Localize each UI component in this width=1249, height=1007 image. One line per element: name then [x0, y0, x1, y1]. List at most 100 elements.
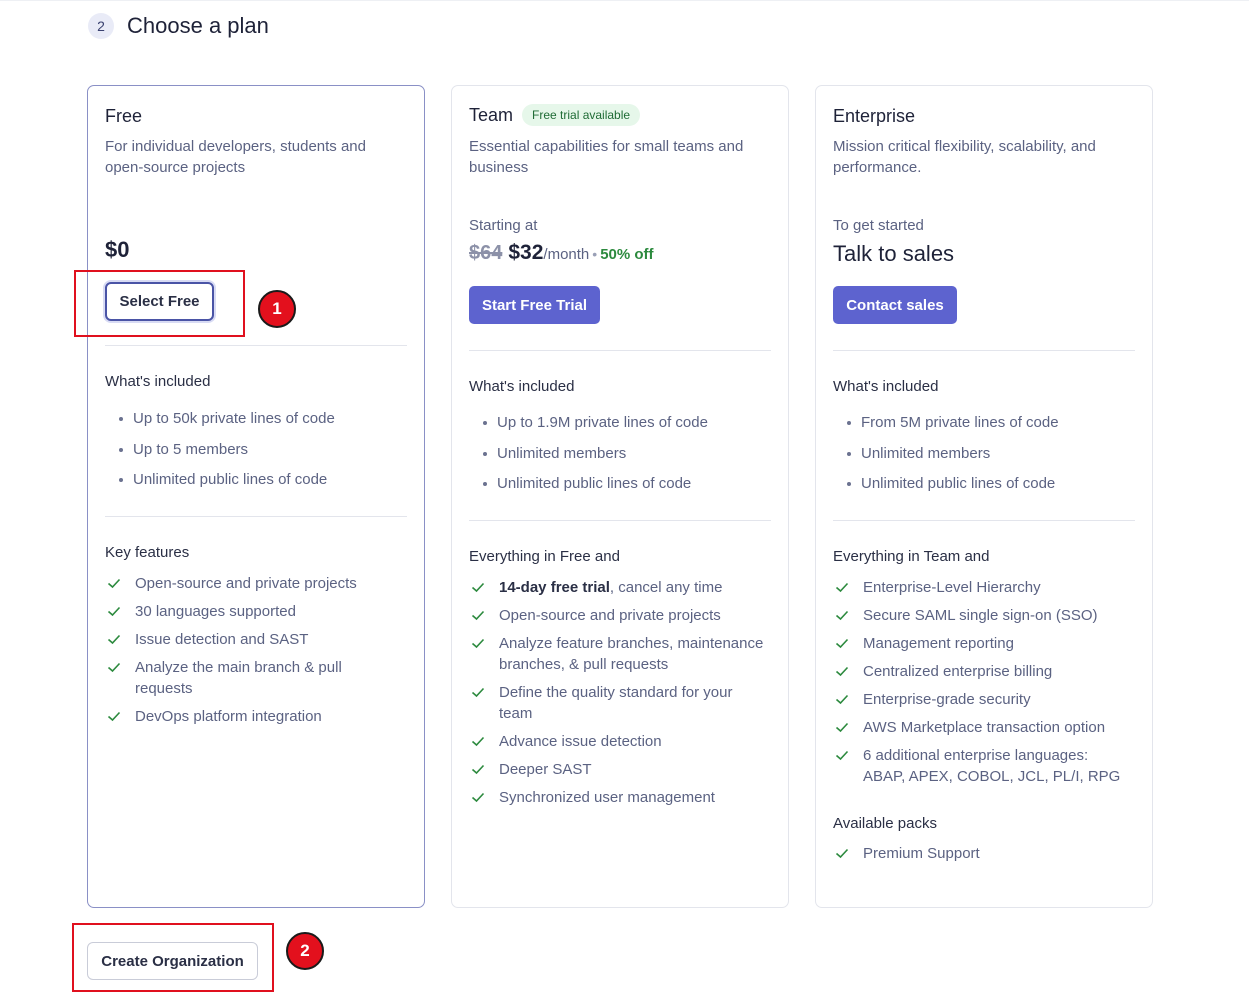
check-icon [835, 666, 849, 677]
list-item: DevOps platform integration [105, 706, 407, 727]
list-item: Analyze the main branch & pull requests [105, 657, 365, 699]
check-icon [835, 750, 849, 761]
check-icon [471, 764, 485, 775]
check-icon [835, 582, 849, 593]
list-item: Define the quality standard for your tea… [469, 682, 759, 724]
list-item: Open-source and private projects [469, 605, 771, 626]
list-item: Up to 5 members [105, 440, 335, 471]
step-header: 2 Choose a plan [88, 13, 269, 39]
check-icon [471, 792, 485, 803]
list-item: Synchronized user management [469, 787, 771, 808]
list-item: Open-source and private projects [105, 573, 407, 594]
check-icon [835, 610, 849, 621]
page-title: Choose a plan [127, 13, 269, 38]
divider [833, 350, 1135, 351]
starting-label: To get started [833, 217, 924, 234]
included-list: Up to 1.9M private lines of code Unlimit… [469, 413, 708, 505]
step-number-badge: 2 [88, 13, 114, 39]
list-item: 6 additional enterprise languages: ABAP,… [833, 745, 1133, 787]
new-price: $32 [508, 241, 544, 264]
annotation-highlight-box [74, 270, 245, 337]
list-item: Management reporting [833, 633, 1135, 654]
list-item: From 5M private lines of code [833, 413, 1059, 444]
list-item: Up to 1.9M private lines of code [469, 413, 708, 444]
list-item: Unlimited public lines of code [469, 474, 708, 505]
list-item: Premium Support [833, 843, 1135, 864]
list-item: Secure SAML single sign-on (SSO) [833, 605, 1135, 626]
divider [105, 516, 407, 517]
included-list: Up to 50k private lines of code Up to 5 … [105, 409, 335, 501]
features-title: Key features [105, 544, 190, 561]
plan-name: Free [105, 106, 143, 126]
packs-title: Available packs [833, 815, 937, 832]
list-item: Issue detection and SAST [105, 629, 407, 650]
list-item: Unlimited members [469, 444, 708, 475]
check-icon [835, 694, 849, 705]
included-title: What's included [469, 378, 575, 395]
list-item: Analyze feature branches, maintenance br… [469, 633, 771, 675]
plan-price: $0 [105, 237, 130, 262]
list-item: Enterprise-grade security [833, 689, 1135, 710]
list-item: AWS Marketplace transaction option [833, 717, 1135, 738]
divider [105, 345, 407, 346]
list-item: Unlimited public lines of code [833, 474, 1059, 505]
check-icon [107, 578, 121, 589]
plan-description: Essential capabilities for small teams a… [469, 138, 744, 176]
list-item: Centralized enterprise billing [833, 661, 1135, 682]
check-icon [471, 687, 485, 698]
annotation-marker-1: 1 [258, 290, 296, 328]
annotation-marker-2: 2 [286, 932, 324, 970]
included-list: From 5M private lines of code Unlimited … [833, 413, 1059, 505]
start-free-trial-button[interactable]: Start Free Trial [469, 286, 600, 324]
contact-sales-button[interactable]: Contact sales [833, 286, 957, 324]
list-item: 14-day free trial, cancel any time [469, 577, 771, 598]
included-title: What's included [105, 373, 211, 390]
starting-label: Starting at [469, 217, 538, 234]
list-item: Up to 50k private lines of code [105, 409, 335, 440]
list-item: Unlimited members [833, 444, 1059, 475]
packs-list: Premium Support [833, 843, 1135, 871]
divider [833, 520, 1135, 521]
price-row: $64 $32 /month • 50% off [469, 241, 654, 265]
features-title: Everything in Team and [833, 548, 990, 565]
check-icon [471, 610, 485, 621]
check-icon [107, 711, 121, 722]
features-list: Enterprise-Level Hierarchy Secure SAML s… [833, 577, 1135, 794]
list-item: Advance issue detection [469, 731, 771, 752]
check-icon [107, 606, 121, 617]
check-icon [835, 638, 849, 649]
list-item: Unlimited public lines of code [105, 470, 335, 501]
divider [469, 350, 771, 351]
top-divider [0, 0, 1249, 1]
plan-name: Team [469, 104, 514, 125]
list-item: 30 languages supported [105, 601, 407, 622]
separator-dot: • [592, 246, 598, 262]
talk-to-sales-label: Talk to sales [833, 241, 955, 266]
check-icon [107, 634, 121, 645]
included-title: What's included [833, 378, 939, 395]
discount-label: 50% off [600, 246, 654, 263]
plan-card-free[interactable]: Free For individual developers, students… [87, 85, 425, 908]
check-icon [471, 582, 485, 593]
check-icon [835, 848, 849, 859]
list-item: Enterprise-Level Hierarchy [833, 577, 1135, 598]
free-trial-badge: Free trial available [522, 104, 641, 126]
check-icon [107, 662, 121, 673]
check-icon [471, 638, 485, 649]
plan-name: Enterprise [833, 106, 916, 126]
old-price: $64 [469, 242, 503, 264]
features-list: Open-source and private projects 30 lang… [105, 573, 407, 734]
check-icon [835, 722, 849, 733]
check-icon [471, 736, 485, 747]
price-period: /month [543, 246, 590, 263]
plan-description: For individual developers, students and … [105, 138, 366, 176]
list-item: Deeper SAST [469, 759, 771, 780]
features-title: Everything in Free and [469, 548, 620, 565]
plan-description: Mission critical flexibility, scalabilit… [833, 138, 1096, 176]
annotation-highlight-box [72, 923, 274, 992]
plan-card-enterprise[interactable]: Enterprise Mission critical flexibility,… [815, 85, 1153, 908]
plan-card-team[interactable]: Team Free trial available Essential capa… [451, 85, 789, 908]
divider [469, 520, 771, 521]
features-list: 14-day free trial, cancel any time Open-… [469, 577, 771, 815]
plan-header: Team Free trial available [469, 104, 641, 126]
